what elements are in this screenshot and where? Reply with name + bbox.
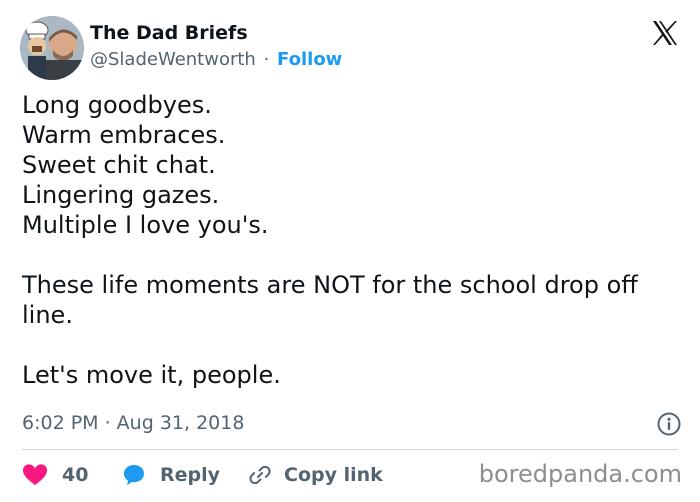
x-logo-icon[interactable]	[650, 18, 680, 48]
like-button[interactable]: 40	[22, 458, 88, 492]
reply-button[interactable]: Reply	[122, 458, 220, 492]
speech-bubble-icon	[124, 465, 144, 485]
tweet-header: The Dad Briefs @SladeWentworth · Follow	[20, 14, 680, 80]
tweet-body: Long goodbyes. Warm embraces. Sweet chit…	[22, 90, 682, 390]
author-handle[interactable]: @SladeWentworth	[90, 49, 256, 70]
copy-link-label: Copy link	[284, 464, 383, 486]
action-bar: 40 Reply Copy link boredpanda.com	[22, 458, 682, 492]
heart-icon	[23, 464, 47, 485]
timestamp-row: 6:02 PM · Aug 31, 2018	[22, 409, 682, 439]
reply-label: Reply	[160, 464, 221, 486]
separator-dot: ·	[263, 49, 270, 70]
tweet-paragraph: Long goodbyes. Warm embraces. Sweet chit…	[22, 91, 269, 239]
tweet-paragraph: Let's move it, people.	[22, 361, 281, 389]
author-display-name[interactable]: The Dad Briefs	[90, 22, 248, 44]
tweet-paragraph: These life moments are NOT for the schoo…	[22, 271, 646, 329]
divider	[22, 449, 678, 450]
watermark: boredpanda.com	[478, 460, 682, 488]
copy-link-button[interactable]: Copy link	[248, 458, 383, 492]
avatar[interactable]	[20, 16, 84, 80]
info-icon[interactable]	[656, 411, 682, 437]
link-icon	[249, 465, 271, 485]
follow-button[interactable]: Follow	[277, 49, 342, 70]
tweet-timestamp[interactable]: 6:02 PM · Aug 31, 2018	[22, 412, 244, 434]
author-handle-line: @SladeWentworth · Follow	[90, 49, 342, 70]
like-count: 40	[62, 464, 89, 486]
